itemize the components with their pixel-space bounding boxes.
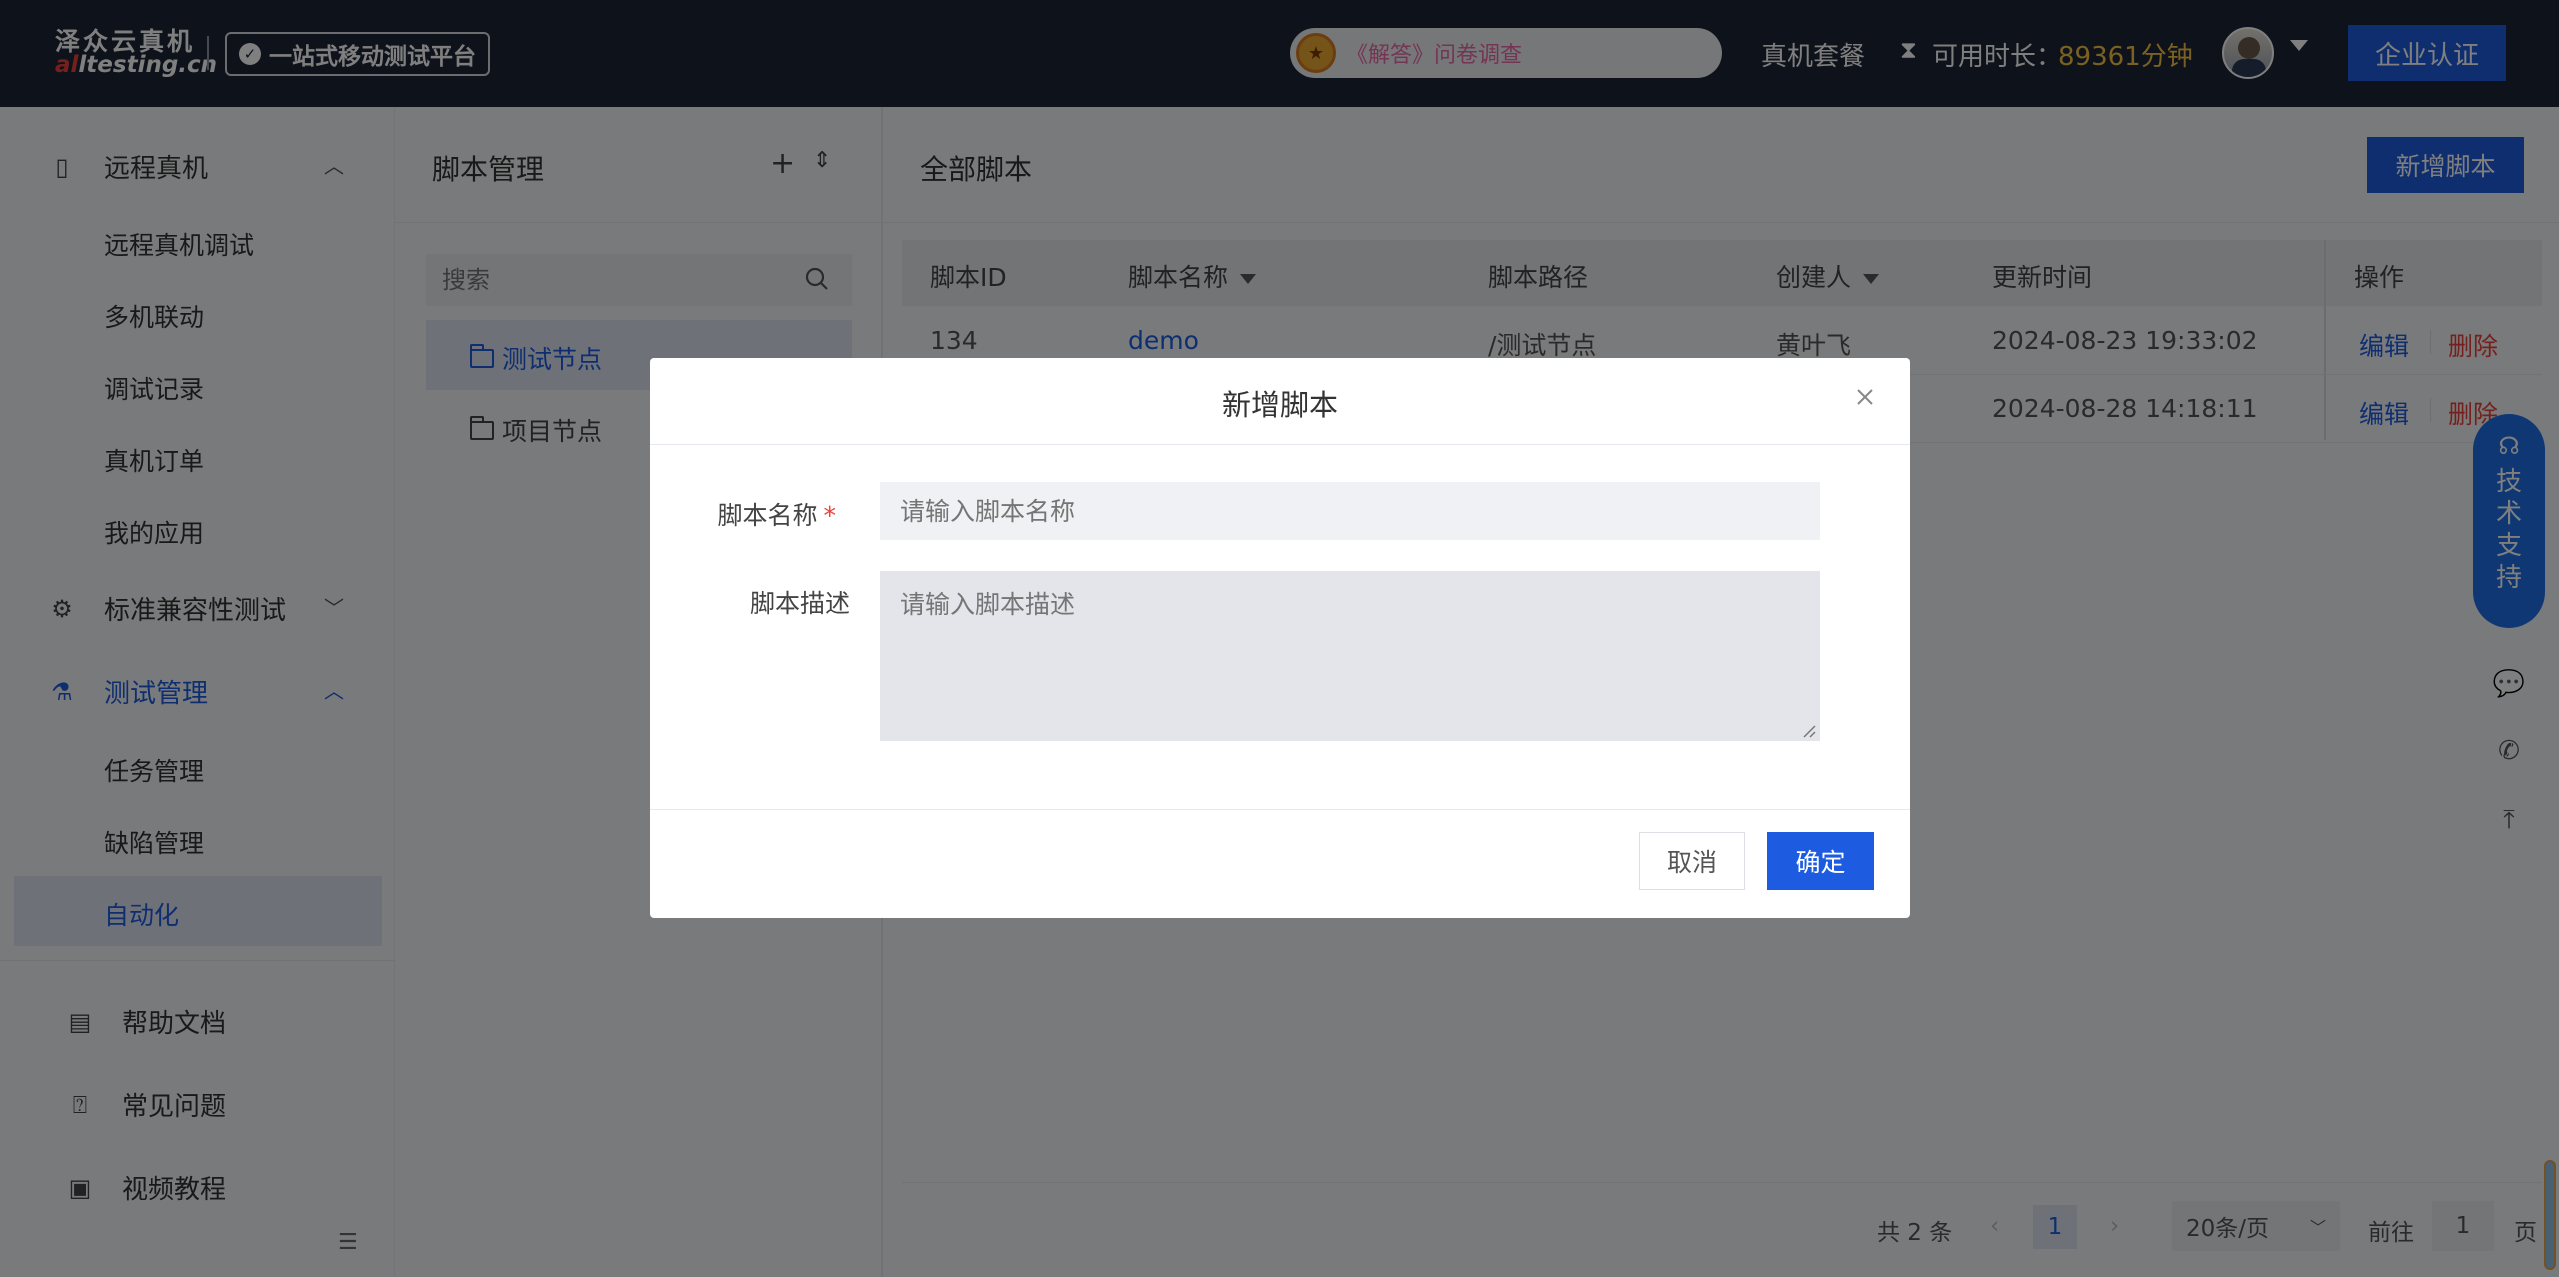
new-script-dialog: 新增脚本 脚本名称* 脚本描述 取消 确定 (650, 358, 1910, 918)
script-desc-textarea[interactable] (880, 571, 1820, 741)
dialog-title: 新增脚本 (1221, 388, 1338, 422)
confirm-button[interactable]: 确定 (1767, 832, 1874, 890)
dialog-footer-divider (650, 809, 1910, 810)
resize-handle-icon[interactable] (1800, 722, 1816, 738)
cancel-button[interactable]: 取消 (1639, 832, 1745, 890)
script-name-label: 脚本名称 * (686, 496, 836, 532)
dialog-header-divider (650, 444, 1910, 445)
script-desc-label: 脚本描述 (749, 589, 850, 618)
script-name-input[interactable] (880, 482, 1820, 540)
close-icon[interactable] (1850, 382, 1880, 412)
script-name-label-text: 脚本名称 (717, 501, 818, 530)
required-asterisk: * (823, 501, 837, 530)
